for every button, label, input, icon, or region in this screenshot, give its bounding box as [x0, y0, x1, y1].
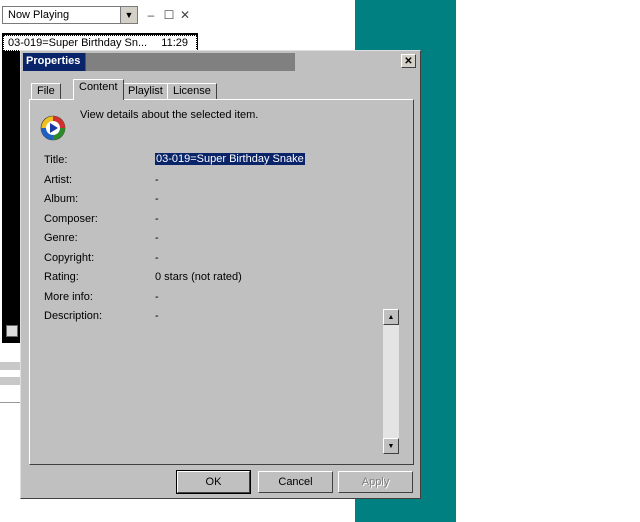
- maximize-icon[interactable]: ☐: [162, 8, 176, 22]
- track-duration: 11:29: [161, 37, 188, 49]
- tab-description: View details about the selected item.: [80, 109, 259, 121]
- cancel-button[interactable]: Cancel: [258, 471, 333, 493]
- composer-value: -: [155, 213, 159, 225]
- properties-dialog: Properties ✕ File Content Playlist Licen…: [20, 50, 421, 499]
- field-label-rating: Rating:: [44, 271, 79, 283]
- close-icon[interactable]: ✕: [178, 8, 192, 22]
- field-label-composer: Composer:: [44, 213, 98, 225]
- field-label-title: Title:: [44, 154, 68, 166]
- apply-button[interactable]: Apply: [338, 471, 413, 493]
- description-scrollbar[interactable]: ▲ ▼: [383, 309, 399, 454]
- minimize-icon[interactable]: –: [144, 8, 158, 22]
- field-label-more-info: More info:: [44, 291, 93, 303]
- genre-value: -: [155, 232, 159, 244]
- close-button[interactable]: ✕: [401, 54, 416, 68]
- chevron-down-icon[interactable]: ▼: [120, 7, 137, 23]
- dialog-title: Properties: [26, 55, 81, 67]
- media-player-icon: [40, 115, 66, 141]
- rating-value: 0 stars (not rated): [155, 271, 242, 283]
- artist-value: -: [155, 174, 159, 186]
- track-title: 03-019=Super Birthday Sn...: [8, 37, 148, 49]
- more-info-value: -: [155, 291, 159, 303]
- field-label-copyright: Copyright:: [44, 252, 95, 264]
- now-playing-value: Now Playing: [8, 9, 70, 21]
- close-icon: ✕: [404, 55, 413, 67]
- album-value: -: [155, 193, 159, 205]
- tab-content[interactable]: Content: [73, 79, 124, 100]
- field-label-description: Description:: [44, 310, 103, 322]
- scroll-up-icon[interactable]: ▲: [383, 309, 399, 325]
- tab-license[interactable]: License: [167, 83, 217, 100]
- title-value[interactable]: 03-019=Super Birthday Snake: [155, 153, 305, 165]
- field-label-genre: Genre:: [44, 232, 78, 244]
- copyright-value: -: [155, 252, 159, 264]
- description-value: -: [155, 310, 159, 322]
- view-icon[interactable]: [6, 325, 18, 337]
- field-label-artist: Artist:: [44, 174, 73, 186]
- ok-button[interactable]: OK: [176, 470, 251, 494]
- tab-file[interactable]: File: [31, 83, 61, 100]
- scroll-down-icon[interactable]: ▼: [383, 438, 399, 454]
- dialog-title-bar[interactable]: Properties: [23, 53, 295, 71]
- tab-playlist[interactable]: Playlist: [122, 83, 169, 100]
- now-playing-dropdown[interactable]: Now Playing ▼: [2, 6, 138, 24]
- blank-area: [456, 0, 640, 522]
- list-item[interactable]: 03-019=Super Birthday Sn... 11:29: [3, 35, 197, 51]
- field-label-album: Album:: [44, 193, 79, 205]
